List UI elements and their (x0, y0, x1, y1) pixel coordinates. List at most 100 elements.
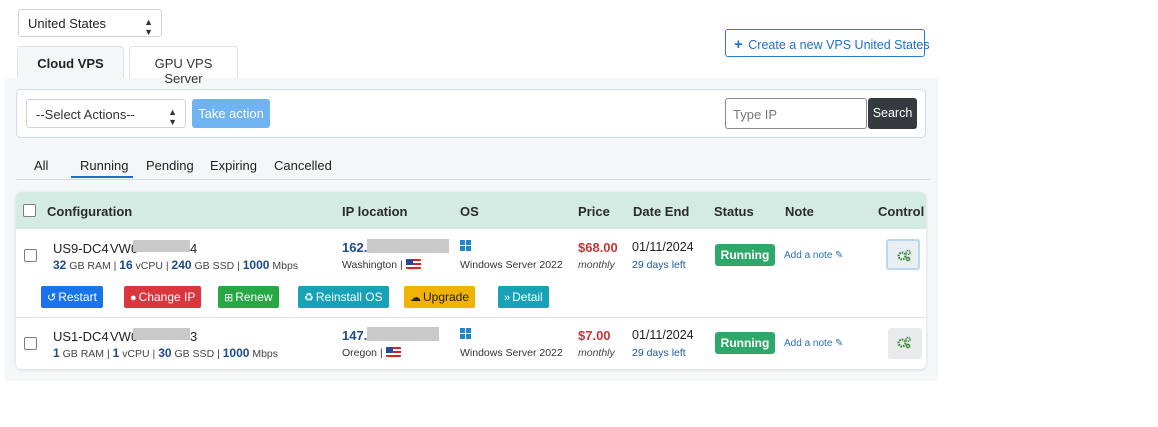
cpu-unit: vCPU (122, 348, 150, 360)
price-period: monthly (578, 259, 615, 271)
header-os[interactable]: OS (460, 204, 479, 219)
reinstall-os-label: Reinstall OS (315, 290, 383, 304)
control-button[interactable] (886, 239, 920, 270)
ssd-value: 240 (171, 258, 192, 272)
ip-location: Washington | (342, 259, 421, 271)
edit-icon: ✎ (835, 250, 844, 261)
select-all-checkbox[interactable] (23, 204, 36, 217)
gears-icon (897, 336, 911, 349)
vps-location-code: US1-DC4 (53, 329, 109, 344)
control-button[interactable] (888, 328, 922, 359)
tab-cancelled[interactable]: Cancelled (274, 158, 332, 173)
tab-all[interactable]: All (34, 158, 48, 173)
detail-label: Detail (512, 290, 543, 304)
add-note-link[interactable]: Add a note ✎ (784, 338, 844, 349)
add-note-label: Add a note (784, 338, 833, 349)
actions-select[interactable]: --Select Actions-- ▲ ▼ (26, 99, 186, 128)
location-text: Washington | (342, 259, 403, 271)
windows-icon (460, 328, 471, 339)
take-action-button[interactable]: Take action (192, 99, 270, 128)
status-tabs: All Running Pending Expiring Cancelled (16, 158, 931, 180)
gears-icon (897, 249, 911, 262)
us-flag-icon (385, 347, 401, 357)
renew-button[interactable]: ⊞ Renew (218, 286, 279, 308)
tab-pending[interactable]: Pending (146, 158, 194, 173)
bandwidth-unit: Mbps (252, 348, 279, 360)
ram-unit: GB RAM (62, 348, 105, 360)
create-vps-button[interactable]: + Create a new VPS United States (725, 29, 930, 57)
tab-expiring[interactable]: Expiring (210, 158, 257, 173)
us-flag-icon (405, 259, 421, 269)
double-chevron-icon: » (504, 292, 511, 304)
restart-label: Restart (58, 290, 97, 304)
row-checkbox[interactable] (24, 249, 37, 262)
country-select-value: United States (28, 16, 107, 31)
vps-location-code: US9-DC4 (53, 241, 109, 256)
vps-name-suffix: 4 (190, 241, 198, 256)
tab-cloud-vps-label: Cloud VPS (37, 56, 104, 71)
add-note-label: Add a note (784, 250, 833, 261)
bandwidth-value: 1000 (242, 258, 270, 272)
header-status[interactable]: Status (714, 204, 754, 219)
restart-button[interactable]: ↺ Restart (41, 286, 103, 308)
ip-search-input[interactable]: Type IP (725, 98, 867, 129)
reinstall-os-button[interactable]: ♻ Reinstall OS (298, 286, 389, 308)
header-ip-location[interactable]: IP location (342, 204, 408, 219)
ssd-unit: GB SSD (174, 348, 215, 360)
ip-address[interactable]: 147. (342, 328, 367, 343)
os-name: Windows Server 2022 (460, 259, 563, 271)
days-left: 29 days left (632, 259, 686, 271)
row-checkbox[interactable] (24, 337, 37, 350)
redacted-name (133, 240, 190, 252)
tab-running[interactable]: Running (71, 158, 134, 178)
header-control[interactable]: Control (878, 204, 924, 219)
ram-value: 32 (53, 258, 67, 272)
cpu-unit: vCPU (135, 260, 163, 272)
status-badge: Running (715, 244, 775, 266)
cpu-value: 16 (119, 258, 133, 272)
upgrade-button[interactable]: ☁ Upgrade (404, 286, 476, 308)
restart-icon: ↺ (47, 292, 57, 304)
vps-specs: 1 GB RAM | 1 vCPU | 30 GB SSD | 1000 Mbp… (53, 346, 279, 360)
search-button[interactable]: Search (868, 98, 917, 129)
ram-value: 1 (53, 346, 60, 360)
cpu-value: 1 (112, 346, 120, 360)
ram-unit: GB RAM (69, 260, 111, 272)
tab-cloud-vps[interactable]: Cloud VPS (17, 46, 124, 78)
price-value: $68.00 (578, 240, 618, 255)
ssd-unit: GB SSD (194, 260, 235, 272)
header-date-end[interactable]: Date End (633, 204, 689, 219)
bandwidth-unit: Mbps (272, 260, 299, 272)
header-note[interactable]: Note (785, 204, 814, 219)
price-value: $7.00 (578, 328, 611, 343)
change-ip-button[interactable]: ● Change IP (124, 286, 202, 308)
tab-gpu-vps-server[interactable]: GPU VPS Server (129, 46, 238, 86)
row-divider (16, 317, 926, 318)
pin-icon: ● (130, 292, 137, 304)
detail-button[interactable]: » Detail (498, 286, 549, 308)
redacted-ip (367, 239, 449, 253)
bandwidth-value: 1000 (222, 346, 250, 360)
location-text: Oregon | (342, 347, 383, 359)
country-select[interactable]: United States ▲ ▼ (18, 9, 162, 37)
add-note-link[interactable]: Add a note ✎ (784, 250, 844, 261)
status-badge: Running (715, 332, 775, 354)
redacted-ip (367, 327, 439, 341)
upgrade-label: Upgrade (423, 290, 470, 304)
windows-icon (460, 240, 471, 251)
actions-select-value: --Select Actions-- (36, 107, 135, 122)
ip-location: Oregon | (342, 347, 401, 359)
plus-square-icon: ⊞ (224, 292, 234, 304)
date-end: 01/11/2024 (632, 328, 694, 342)
plus-icon: + (734, 36, 743, 53)
header-price[interactable]: Price (578, 204, 610, 219)
header-configuration[interactable]: Configuration (47, 204, 132, 219)
edit-icon: ✎ (835, 338, 844, 349)
renew-label: Renew (235, 290, 273, 304)
cloud-upload-icon: ☁ (410, 292, 421, 304)
change-ip-label: Change IP (138, 290, 196, 304)
price-period: monthly (578, 347, 615, 359)
days-left: 29 days left (632, 347, 686, 359)
os-name: Windows Server 2022 (460, 347, 563, 359)
select-caret-icon: ▲ ▼ (168, 107, 177, 127)
